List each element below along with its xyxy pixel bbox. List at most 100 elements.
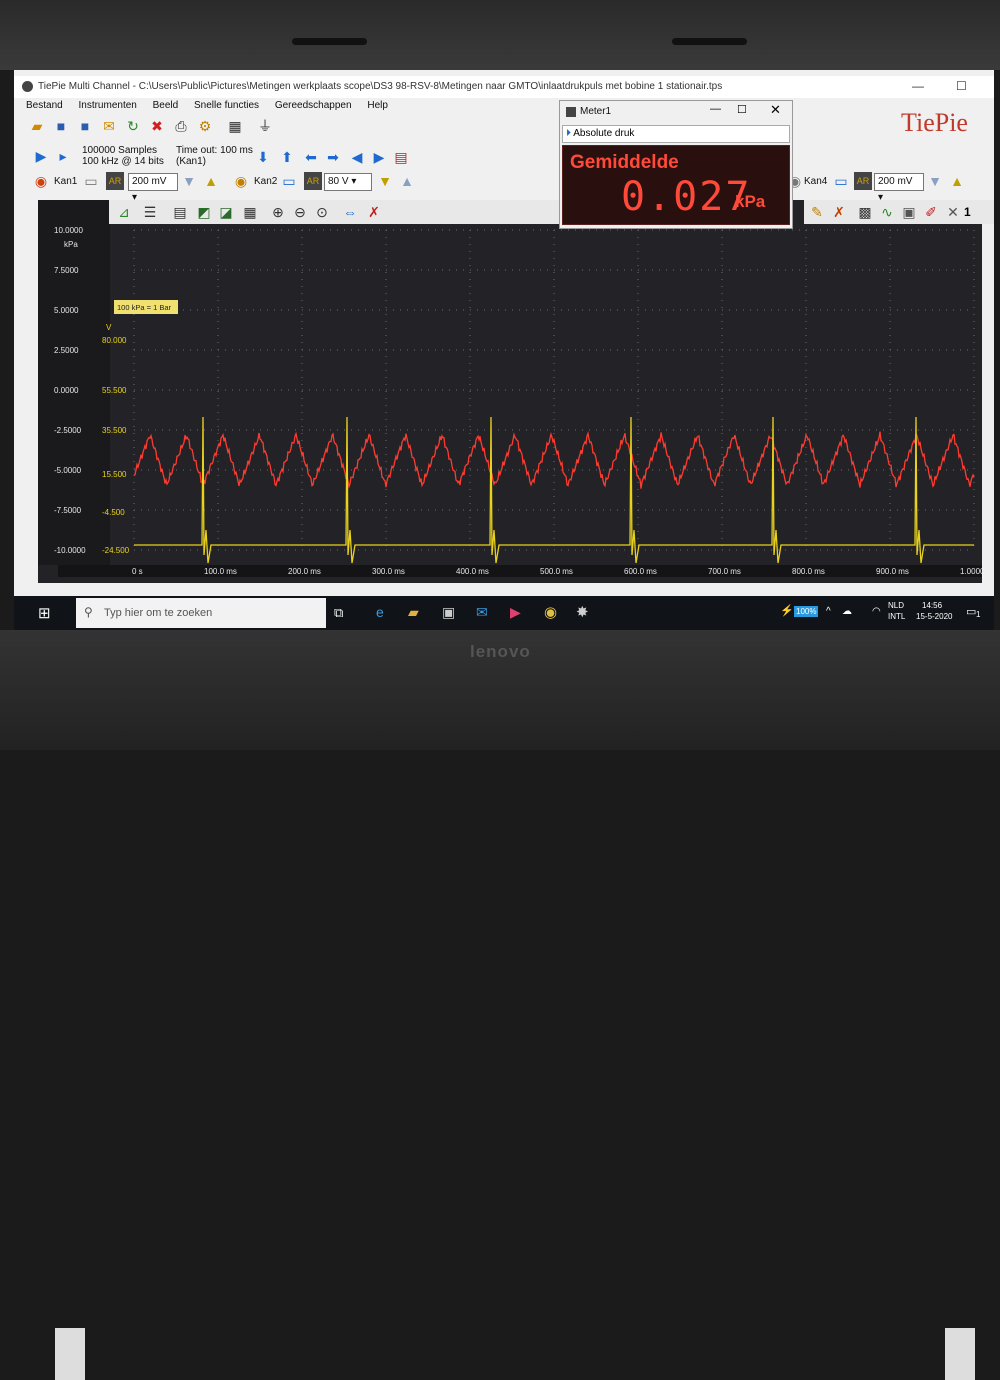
arrow-left-icon[interactable]: ⬅ xyxy=(302,148,320,166)
tiepie-taskbar-icon[interactable]: ✸ xyxy=(576,603,589,621)
x-tick-label: 900.0 ms xyxy=(876,567,909,576)
step-right-icon[interactable]: ▶ xyxy=(370,148,388,166)
save-icon[interactable]: ■ xyxy=(52,117,70,135)
menu-gereedschappen[interactable]: Gereedschappen xyxy=(275,100,352,111)
windows-start-icon[interactable]: ⊞ xyxy=(38,604,51,622)
close-graph-icon[interactable]: ✕ xyxy=(944,203,962,221)
export-icon[interactable]: ▣ xyxy=(900,203,918,221)
kan1-down-icon[interactable]: ▼ xyxy=(180,172,198,190)
close-file-icon[interactable]: ✖ xyxy=(148,117,166,135)
foot-right xyxy=(945,1328,975,1380)
kan1-coupling-icon[interactable]: ▭ xyxy=(82,172,100,190)
channel-list-icon[interactable]: ☰ xyxy=(141,203,159,221)
record-length-down-icon[interactable]: ⬇ xyxy=(254,148,272,166)
meter-close-icon[interactable]: ✕ xyxy=(770,102,781,118)
color-icon[interactable]: ▩ xyxy=(856,203,874,221)
kan4-down-icon[interactable]: ▼ xyxy=(926,172,944,190)
kan4-up-icon[interactable]: ▲ xyxy=(948,172,966,190)
refresh-icon[interactable]: ↻ xyxy=(124,117,142,135)
menu-bestand[interactable]: Bestand xyxy=(26,100,63,111)
chrome-icon[interactable]: ◉ xyxy=(544,603,557,621)
kan2-down-icon[interactable]: ▼ xyxy=(376,172,394,190)
kan1-autorange-icon[interactable]: AR xyxy=(106,172,124,190)
table-icon[interactable]: ▤ xyxy=(171,203,189,221)
menu-instrumenten[interactable]: Instrumenten xyxy=(78,100,136,111)
cloud-icon[interactable]: ☁ xyxy=(842,606,852,617)
kan2-autorange-icon[interactable]: AR xyxy=(304,172,322,190)
task-view-icon[interactable]: ⧉ xyxy=(334,605,343,621)
edge-icon[interactable]: e xyxy=(376,604,384,620)
play-icon[interactable]: ▶ xyxy=(32,147,50,165)
kan4-coupling-icon[interactable]: ▭ xyxy=(832,172,850,190)
battery-icon[interactable]: ⚡ xyxy=(780,604,794,617)
meter-measure-label: Gemiddelde xyxy=(570,152,679,173)
layout-icon[interactable]: ▦ xyxy=(226,117,244,135)
settings-gear-icon[interactable]: ⚙ xyxy=(196,117,214,135)
minimize-icon[interactable]: — xyxy=(912,79,924,93)
y-tick-label-kpa: 0.0000 xyxy=(54,386,79,395)
zoom-fit-icon[interactable]: ⊙ xyxy=(313,203,331,221)
hinge-left xyxy=(292,38,367,45)
cursor-icon[interactable]: ⊿ xyxy=(115,203,133,221)
print-icon[interactable]: ⎙ xyxy=(172,117,190,135)
single-shot-icon[interactable]: ▸ xyxy=(54,147,72,165)
kan4-autorange-icon[interactable]: AR xyxy=(854,172,872,190)
comment-icon[interactable]: ✎ xyxy=(808,203,826,221)
graph-toolbar-right: ✎ ✗ ▩ ∿ ▣ ✐ ✕ 1 xyxy=(804,200,994,224)
menu-snelle-functies[interactable]: Snelle functies xyxy=(194,100,259,111)
menubar: Bestand Instrumenten Beeld Snelle functi… xyxy=(26,100,401,116)
measure-icon[interactable]: ⇔ xyxy=(341,203,359,221)
timeout-channel-text: (Kan1) xyxy=(176,156,207,167)
maximize-icon[interactable]: ☐ xyxy=(956,79,967,93)
kan1-probe-icon[interactable]: ◉ xyxy=(32,172,50,190)
kan2-up-icon[interactable]: ▲ xyxy=(398,172,416,190)
marker-icon[interactable]: ✗ xyxy=(365,203,383,221)
store-icon[interactable]: ▣ xyxy=(442,604,455,621)
scope-graph: 10.0000 7.5000 5.0000 2.5000 0.0000 -2.5000 -5… xyxy=(38,200,991,583)
grid-icon[interactable]: ▦ xyxy=(241,203,259,221)
graph-icon[interactable]: ◩ xyxy=(195,203,213,221)
tray-chevron-icon[interactable]: ^ xyxy=(826,606,831,617)
save-as-icon[interactable]: ■ xyxy=(76,117,94,135)
meter-minimize-icon[interactable]: — xyxy=(710,103,721,115)
menu-help[interactable]: Help xyxy=(367,100,388,111)
trigger-icon[interactable]: ▤ xyxy=(392,148,410,166)
arrow-right-icon[interactable]: ➡ xyxy=(324,148,342,166)
channel-bar: ◉ Kan1 ▭ AR 200 mV ▾ ▼ ▲ ◉ Kan2 ▭ AR 80 … xyxy=(26,171,994,203)
meter-channel-row[interactable]: ⏵ Absolute druk xyxy=(562,125,790,143)
kan1-up-icon[interactable]: ▲ xyxy=(202,172,220,190)
mail-icon[interactable]: ✉ xyxy=(100,117,118,135)
notification-icon[interactable]: ▭ xyxy=(966,605,976,618)
wave-icon[interactable]: ∿ xyxy=(878,203,896,221)
kan2-probe-icon[interactable]: ◉ xyxy=(232,172,250,190)
meter-maximize-icon[interactable]: ☐ xyxy=(737,103,747,116)
meter-value: 0.027 xyxy=(621,174,752,220)
x-tick-label: 500.0 ms xyxy=(540,567,573,576)
envelope-icon[interactable]: ◪ xyxy=(217,203,235,221)
lang-primary[interactable]: NLD xyxy=(888,601,904,610)
clock-time[interactable]: 14:56 xyxy=(922,601,942,610)
zoom-in-icon[interactable]: ⊕ xyxy=(269,203,287,221)
kan2-coupling-icon[interactable]: ▭ xyxy=(280,172,298,190)
menu-beeld[interactable]: Beeld xyxy=(153,100,179,111)
file-explorer-icon[interactable]: ▰ xyxy=(408,604,419,621)
clock-date[interactable]: 15-5-2020 xyxy=(916,612,952,621)
kan2-range-select[interactable]: 80 V ▾ xyxy=(324,173,372,191)
kan4-range-select[interactable]: 200 mV ▾ xyxy=(874,173,924,203)
lang-secondary[interactable]: INTL xyxy=(888,612,905,621)
delete-marker-icon[interactable]: ✗ xyxy=(830,203,848,221)
mail-app-icon[interactable]: ✉ xyxy=(476,604,488,621)
wifi-icon[interactable]: ◠ xyxy=(872,606,881,617)
step-left-icon[interactable]: ◀ xyxy=(348,148,366,166)
kan1-range-select[interactable]: 200 mV ▾ xyxy=(128,173,178,203)
open-folder-icon[interactable]: ▰ xyxy=(28,117,46,135)
plug-icon[interactable]: ⏚ xyxy=(256,117,274,135)
zoom-out-icon[interactable]: ⊖ xyxy=(291,203,309,221)
taskbar-search-box[interactable]: ⚲ Typ hier om te zoeken xyxy=(76,598,326,628)
record-length-up-icon[interactable]: ⬆ xyxy=(278,148,296,166)
pen-icon[interactable]: ✐ xyxy=(922,203,940,221)
y-unit-v: V xyxy=(106,323,112,332)
samples-text: 100000 Samples xyxy=(82,145,158,156)
x-tick-label: 200.0 ms xyxy=(288,567,321,576)
media-player-icon[interactable]: ▶ xyxy=(510,604,521,621)
